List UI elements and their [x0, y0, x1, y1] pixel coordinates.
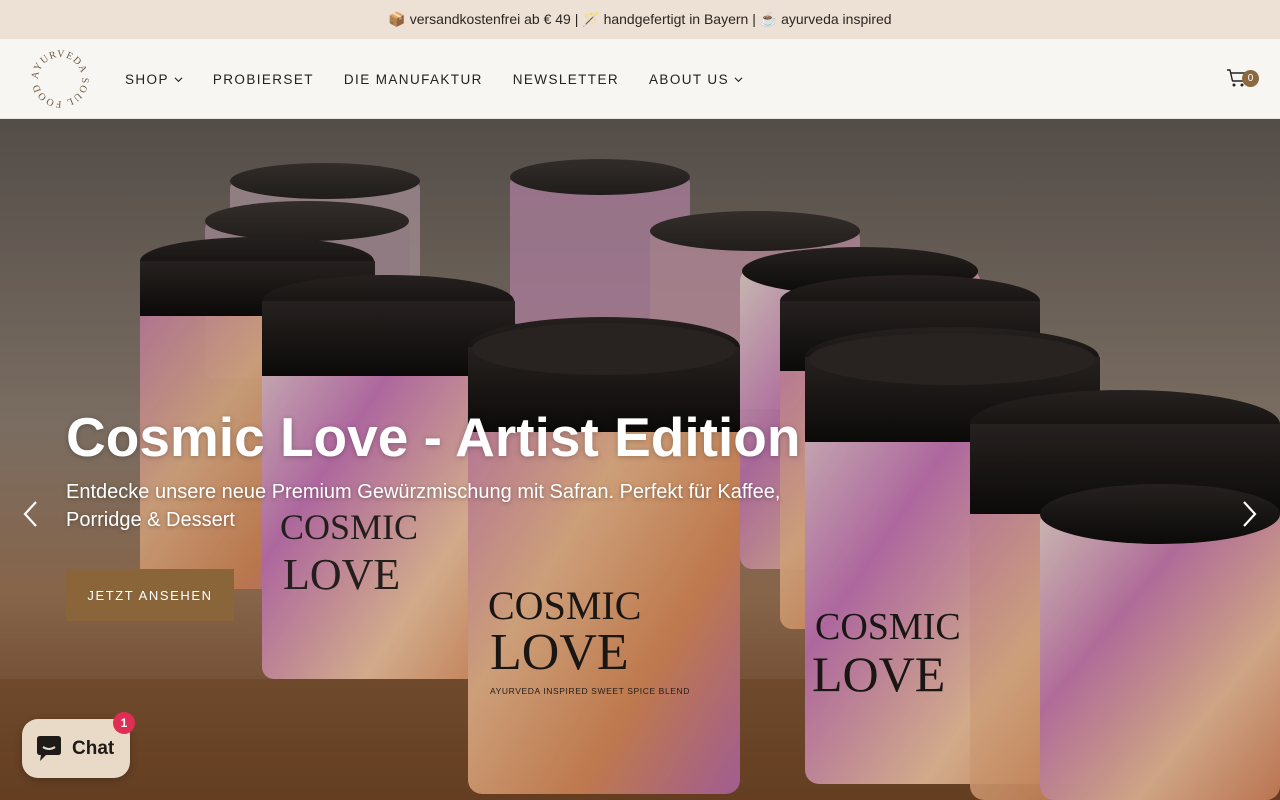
site-header: AYURVEDA SOUL FOOD SHOP PROBIERSET DIE M…: [0, 39, 1280, 119]
chevron-left-icon: [23, 501, 37, 527]
nav-about-label: ABOUT US: [649, 71, 729, 87]
nav-about-us[interactable]: ABOUT US: [649, 72, 743, 87]
chat-unread-badge: 1: [113, 712, 135, 734]
hero-subtitle: Entdecke unsere neue Premium Gewürzmisch…: [66, 481, 781, 531]
announcement-text: 📦 versandkostenfrei ab € 49 | 🪄 handgefe…: [388, 11, 892, 27]
slide-prev-button[interactable]: [20, 497, 42, 531]
chevron-down-icon: [734, 76, 743, 82]
nav-newsletter[interactable]: NEWSLETTER: [513, 72, 619, 87]
main-nav: SHOP PROBIERSET DIE MANUFAKTUR NEWSLETTE…: [125, 39, 773, 119]
nav-shop[interactable]: SHOP: [125, 72, 183, 87]
announcement-bar: 📦 versandkostenfrei ab € 49 | 🪄 handgefe…: [0, 0, 1280, 39]
nav-probierset-label: PROBIERSET: [212, 71, 314, 87]
logo[interactable]: AYURVEDA SOUL FOOD: [30, 49, 90, 109]
cart-button[interactable]: 0: [1226, 67, 1260, 91]
chat-bubble-icon: [37, 735, 61, 761]
nav-manufaktur[interactable]: DIE MANUFAKTUR: [344, 72, 483, 87]
nav-shop-label: SHOP: [125, 71, 169, 87]
view-product-button[interactable]: JETZT ANSEHEN: [66, 569, 234, 621]
slide-next-button[interactable]: [1238, 497, 1260, 531]
nav-probierset[interactable]: PROBIERSET: [213, 72, 314, 87]
logo-text: AYURVEDA SOUL FOOD: [30, 49, 89, 109]
chevron-down-icon: [174, 76, 183, 82]
cart-count-badge: 0: [1242, 70, 1259, 87]
hero-title: Cosmic Love - Artist Edition: [66, 406, 801, 468]
chevron-right-icon: [1243, 501, 1257, 527]
nav-manufaktur-label: DIE MANUFAKTUR: [343, 71, 483, 87]
svg-text:AYURVEDA SOUL FOOD: AYURVEDA SOUL FOOD: [30, 49, 90, 109]
chat-label: Chat: [72, 737, 115, 759]
nav-newsletter-label: NEWSLETTER: [512, 71, 620, 87]
hero-slideshow: COSMIC LOVE COSMIC LOVE AYURVEDA INSPIRE…: [0, 119, 1280, 800]
